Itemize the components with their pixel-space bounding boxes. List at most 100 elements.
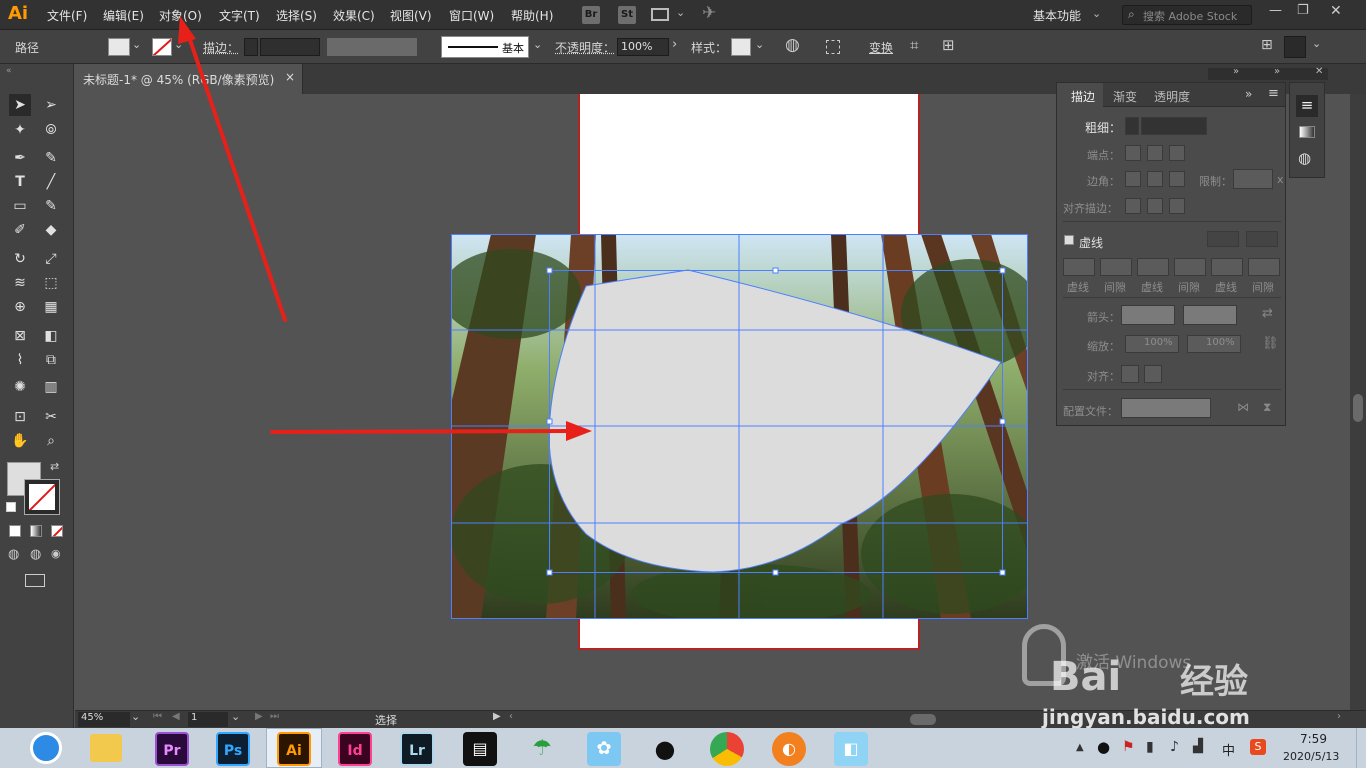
end-scale-field[interactable]: 100%: [1187, 335, 1241, 353]
transparency-panel-icon[interactable]: ◍: [1298, 149, 1311, 167]
ime-indicator[interactable]: 中: [1222, 740, 1235, 759]
gap-field-1[interactable]: [1100, 258, 1132, 276]
umbrella-app-icon[interactable]: ☂: [525, 732, 559, 766]
stroke-panel-icon[interactable]: ≡: [1296, 95, 1318, 117]
horizontal-scroll-thumb[interactable]: [910, 714, 936, 725]
weight-stepper[interactable]: [1125, 117, 1139, 135]
orange-app-icon[interactable]: ◐: [772, 732, 806, 766]
weight-field[interactable]: [1141, 117, 1207, 135]
profile-select[interactable]: [1121, 398, 1211, 418]
arrow-align-label: 对齐：: [1087, 370, 1120, 383]
gap-label-3: 间隙: [1252, 281, 1274, 294]
chrome-taskbar-icon[interactable]: [710, 732, 744, 766]
baidu-url: jingyan.baidu.com: [1042, 705, 1250, 729]
gradient-panel-icon[interactable]: [1299, 126, 1315, 138]
gap-field-2[interactable]: [1174, 258, 1206, 276]
sogou-ime-icon[interactable]: S: [1250, 739, 1266, 755]
gap-field-3[interactable]: [1248, 258, 1280, 276]
divider: [1063, 221, 1281, 222]
dash-label-2: 虚线: [1141, 281, 1163, 294]
show-desktop-button[interactable]: [1356, 728, 1366, 768]
notes-app-icon[interactable]: ◧: [834, 732, 868, 766]
align-stroke-label: 对齐描边：: [1063, 202, 1118, 215]
cap-label: 端点：: [1087, 149, 1120, 162]
dash-field-1[interactable]: [1063, 258, 1095, 276]
zoom-field[interactable]: 45%: [78, 712, 130, 727]
align-outside-icon[interactable]: [1169, 198, 1185, 214]
swap-arrowheads-icon[interactable]: ⇄: [1262, 306, 1273, 321]
power-tray-icon[interactable]: ▮: [1146, 739, 1154, 755]
file-explorer-icon[interactable]: [90, 734, 122, 762]
align-inside-icon[interactable]: [1147, 198, 1163, 214]
limit-field[interactable]: [1233, 169, 1273, 189]
extend-arrow-icon[interactable]: [1121, 365, 1139, 383]
butt-cap-icon[interactable]: [1125, 145, 1141, 161]
divider: [1063, 297, 1281, 298]
network-tray-icon[interactable]: ▟: [1193, 739, 1203, 754]
tab-gradient[interactable]: 渐变: [1113, 88, 1137, 105]
qq-taskbar-icon[interactable]: ●: [648, 732, 682, 766]
panel-tab-active[interactable]: 描边: [1057, 83, 1103, 108]
chevron-down-icon[interactable]: ⌄: [131, 710, 140, 723]
chevron-down-icon[interactable]: ⌄: [231, 710, 240, 723]
lightroom-taskbar-icon[interactable]: Lr: [400, 732, 434, 766]
indesign-taskbar-icon[interactable]: Id: [338, 732, 372, 766]
panel-dock-header: » » ✕: [1208, 66, 1328, 80]
projecting-cap-icon[interactable]: [1169, 145, 1185, 161]
end-scale-value: 100%: [1206, 337, 1235, 348]
premiere-taskbar-icon[interactable]: Pr: [155, 732, 189, 766]
end-arrowhead-select[interactable]: [1183, 305, 1237, 325]
panel-menu-icon[interactable]: ≡: [1268, 86, 1279, 101]
align-center-icon[interactable]: [1125, 198, 1141, 214]
round-cap-icon[interactable]: [1147, 145, 1163, 161]
round-join-icon[interactable]: [1147, 171, 1163, 187]
divider: [1063, 389, 1281, 390]
tray-time[interactable]: 7:59: [1300, 732, 1327, 746]
last-artboard-icon[interactable]: ⏭: [270, 711, 279, 722]
align-dash-icon[interactable]: [1246, 231, 1278, 247]
expand-dock-icon[interactable]: »: [1233, 66, 1239, 77]
dash-field-2[interactable]: [1137, 258, 1169, 276]
link-scale-icon[interactable]: ⛓: [1262, 336, 1279, 351]
limit-label: 限制：: [1199, 175, 1232, 188]
tray-date[interactable]: 2020/5/13: [1283, 750, 1339, 763]
scroll-thumb[interactable]: [1353, 394, 1363, 422]
bird-app-icon[interactable]: ✿: [587, 732, 621, 766]
dash-field-3[interactable]: [1211, 258, 1243, 276]
stroke-panel: 描边 渐变 透明度 » ≡ 粗细： 端点： 边角： 限制： x 对齐描边： 虚线…: [1056, 82, 1286, 426]
place-arrow-icon[interactable]: [1144, 365, 1162, 383]
scroll-right-icon[interactable]: ›: [1337, 711, 1341, 722]
security-tray-icon[interactable]: ⚑: [1122, 739, 1135, 755]
flip-horizontal-icon[interactable]: ⋈: [1237, 400, 1249, 414]
artboard-number-field[interactable]: 1: [188, 712, 228, 727]
vertical-scrollbar[interactable]: [1350, 94, 1366, 710]
tray-expand-icon[interactable]: ▲: [1076, 742, 1084, 753]
arrowhead-up: [178, 16, 196, 44]
video-editor-taskbar-icon[interactable]: ▤: [463, 732, 497, 766]
tab-transparency[interactable]: 透明度: [1154, 88, 1190, 105]
expand-dock-icon-2[interactable]: »: [1274, 66, 1280, 77]
arrowheads-label: 箭头：: [1087, 311, 1120, 324]
first-artboard-icon[interactable]: ⏮: [153, 711, 162, 722]
flip-vertical-icon[interactable]: ⧗: [1263, 400, 1271, 415]
panel-expand-icon[interactable]: »: [1245, 87, 1252, 101]
close-dock-icon[interactable]: ✕: [1315, 66, 1323, 77]
start-arrowhead-select[interactable]: [1121, 305, 1175, 325]
volume-tray-icon[interactable]: ♪: [1170, 739, 1179, 755]
preserve-dash-icon[interactable]: [1207, 231, 1239, 247]
next-artboard-icon[interactable]: ▶: [255, 711, 263, 722]
start-scale-field[interactable]: 100%: [1125, 335, 1179, 353]
miter-join-icon[interactable]: [1125, 171, 1141, 187]
side-icon-panel: ≡ ◍: [1289, 82, 1325, 178]
baidu-brand: Bai: [1050, 654, 1122, 700]
illustrator-taskbar-icon[interactable]: Ai: [277, 732, 311, 766]
photoshop-taskbar-icon[interactable]: Ps: [216, 732, 250, 766]
qq-tray-icon[interactable]: ●: [1097, 738, 1110, 756]
dashed-checkbox[interactable]: [1064, 235, 1074, 245]
scroll-left-icon[interactable]: ‹: [509, 711, 513, 722]
previous-artboard-icon[interactable]: ◀: [172, 711, 180, 722]
gap-label-2: 间隙: [1178, 281, 1200, 294]
bevel-join-icon[interactable]: [1169, 171, 1185, 187]
start-button-icon[interactable]: [30, 732, 62, 764]
status-menu-icon[interactable]: ▶: [493, 711, 501, 722]
